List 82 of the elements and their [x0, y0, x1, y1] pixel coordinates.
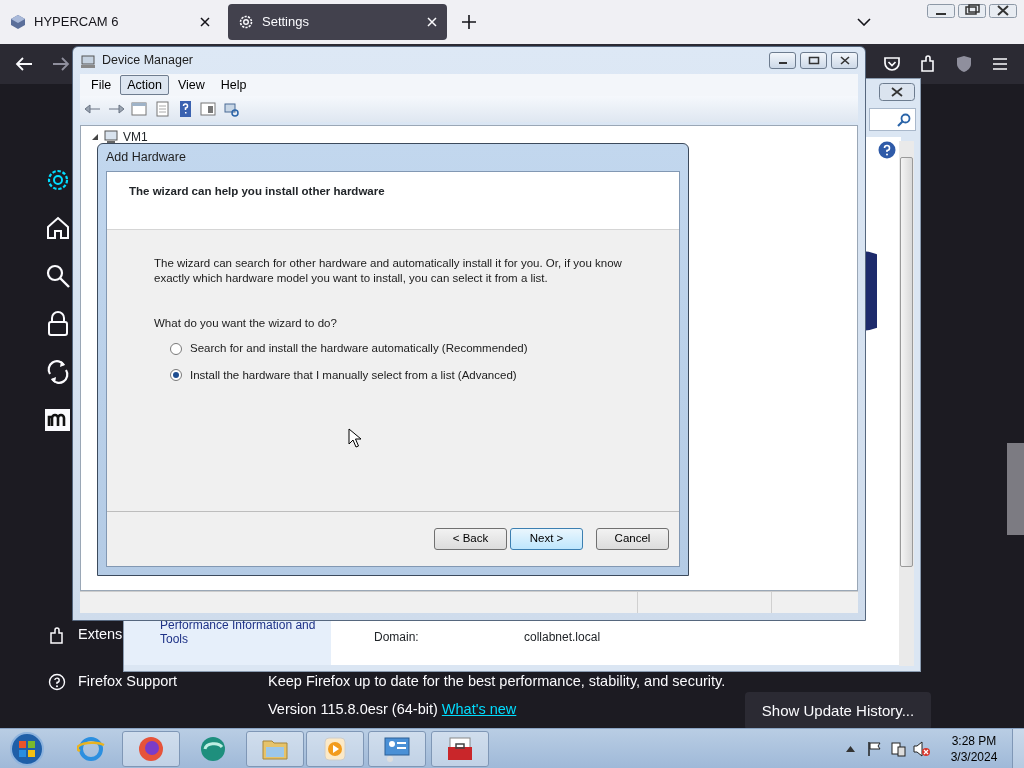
taskbar-button[interactable]: [122, 731, 180, 767]
menu-item[interactable]: Help: [213, 75, 254, 95]
version-text: Version 115.8.0esr (64-bit) What's new: [268, 702, 517, 718]
home-icon[interactable]: [44, 214, 72, 242]
muted-speaker-icon[interactable]: [913, 741, 931, 757]
maximize-icon: [807, 56, 820, 65]
info-value: collabnet.local: [524, 629, 601, 646]
search-field[interactable]: [869, 108, 916, 131]
play-icon: [321, 735, 349, 763]
info-label: Domain:: [374, 629, 419, 646]
menu-item[interactable]: Action: [120, 75, 169, 95]
help-icon[interactable]: [48, 673, 66, 691]
tree-item[interactable]: VM1: [123, 128, 148, 146]
puzzle-icon[interactable]: [919, 55, 937, 73]
task-link[interactable]: Performance Information and Tools: [160, 618, 330, 646]
menu-item[interactable]: View: [170, 75, 212, 95]
close-icon[interactable]: [200, 17, 210, 27]
start-orb-icon[interactable]: [9, 731, 45, 767]
dialog-button[interactable]: < Back: [434, 528, 507, 550]
cube-icon: [10, 14, 26, 30]
update-text: Keep Firefox up to date for the best performance, stability, and security.: [268, 674, 726, 690]
dialog-title: Add Hardware: [106, 149, 187, 167]
restore-button[interactable]: [958, 4, 986, 18]
radio-button[interactable]: [170, 342, 182, 355]
shield-icon[interactable]: [956, 55, 972, 73]
back-arrow-icon[interactable]: [15, 56, 33, 72]
minimize-button[interactable]: [769, 52, 796, 69]
extensions-link[interactable]: Extens: [78, 627, 123, 643]
radio-button[interactable]: [170, 369, 182, 382]
whats-new-link[interactable]: What's new: [441, 701, 517, 717]
clock-time: 3:28 PM: [950, 733, 998, 749]
question-text: What do you want the wizard to do?: [154, 316, 338, 331]
support-link[interactable]: Firefox Support: [78, 674, 178, 690]
dialog-button[interactable]: Next >: [510, 528, 583, 550]
browser-tab[interactable]: Settings: [228, 4, 447, 40]
scrollbar-thumb[interactable]: [1007, 443, 1024, 535]
cursor-icon: [348, 428, 362, 448]
option-label: Install the hardware that I manually select from a list (Advanced): [190, 367, 517, 383]
pocket-icon[interactable]: [883, 55, 901, 73]
scrollbar-thumb[interactable]: [900, 157, 913, 567]
network-icon[interactable]: [890, 741, 906, 757]
taskbar-button[interactable]: [368, 731, 426, 767]
scrollbar[interactable]: [899, 141, 914, 666]
fox-icon: [137, 735, 165, 763]
close-button[interactable]: [989, 4, 1017, 18]
gear-icon: [238, 14, 254, 30]
flag-icon[interactable]: [866, 741, 882, 757]
menu-icon[interactable]: [992, 57, 1008, 71]
search-icon[interactable]: [44, 262, 72, 290]
taskbar-button[interactable]: [431, 731, 489, 767]
dialog-button[interactable]: Cancel: [596, 528, 669, 550]
maximize-button[interactable]: [800, 52, 827, 69]
browser-tab[interactable]: HYPERCAM 6: [0, 4, 220, 40]
help-icon[interactable]: [878, 141, 896, 159]
close-button[interactable]: [831, 52, 858, 69]
caret-up-icon[interactable]: [846, 746, 855, 752]
close-icon: [838, 56, 851, 65]
window-title: Device Manager: [102, 52, 193, 70]
clock-date: 3/3/2024: [949, 749, 999, 765]
clock[interactable]: 3:28 PM 3/3/2024: [944, 733, 1004, 765]
update-history-button[interactable]: Show Update History...: [745, 692, 931, 730]
computer-icon: [80, 52, 96, 69]
puzzle-icon[interactable]: [48, 627, 66, 645]
close-button[interactable]: [879, 83, 915, 101]
search-icon: [897, 112, 911, 127]
m-logo-icon[interactable]: [44, 406, 72, 434]
computer-icon: [103, 130, 119, 144]
globe-icon: [199, 735, 227, 763]
expand-arrow-icon[interactable]: [91, 133, 99, 141]
computer-icon[interactable]: [222, 100, 240, 118]
chevron-down-icon[interactable]: [857, 18, 871, 26]
plus-icon[interactable]: [462, 15, 476, 29]
forward-arrow-icon: [52, 56, 70, 72]
wizard-heading: The wizard can help you install other hardware: [107, 172, 679, 230]
dashboard-icon: [383, 735, 411, 763]
toolbox-icon: [446, 735, 474, 763]
globe-icon: [77, 735, 105, 763]
intro-text: The wizard can search for other hardware and automatically install it for you. Or, if you know exactly which hardware model you want to install, you can select it from a list.: [154, 256, 623, 286]
minimize-button[interactable]: [927, 4, 955, 18]
window-icon[interactable]: [199, 100, 217, 118]
menu-item[interactable]: File: [84, 75, 119, 95]
option-label: Search for and install the hardware automatically (Recommended): [190, 341, 528, 357]
